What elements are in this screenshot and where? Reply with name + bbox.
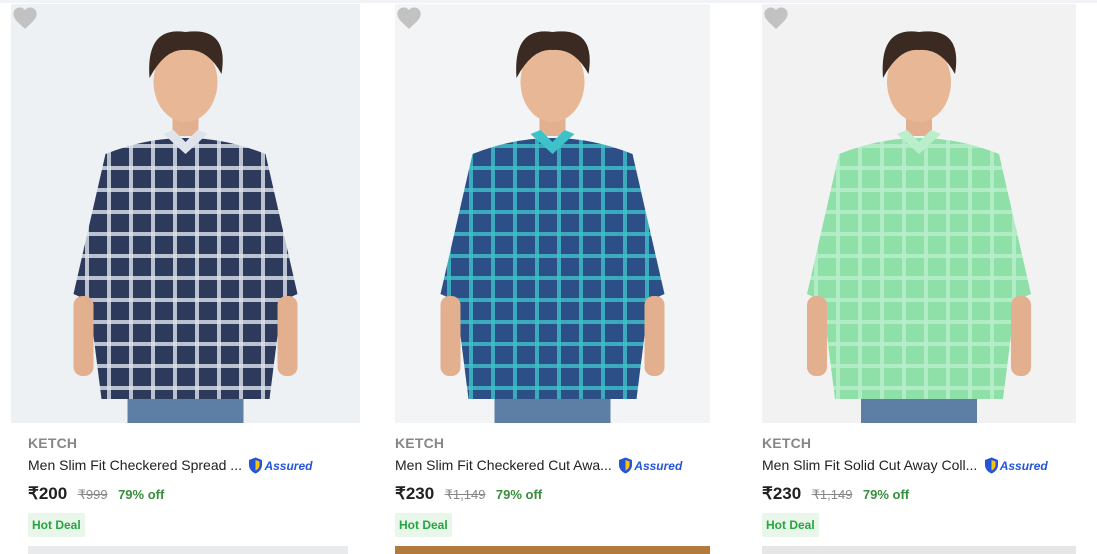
model-illustration — [395, 4, 710, 423]
price-row: ₹200 ₹999 79% off — [28, 484, 164, 504]
next-row-image-edge — [28, 546, 348, 554]
product-title[interactable]: Men Slim Fit Solid Cut Away Coll... — [762, 457, 977, 473]
model-illustration — [11, 4, 360, 423]
next-row-image-edge — [395, 546, 710, 554]
discount-percent: 79% off — [118, 487, 165, 502]
product-card[interactable]: KETCH Men Slim Fit Checkered Cut Awa... … — [395, 4, 744, 554]
wishlist-heart-icon[interactable] — [762, 4, 790, 32]
selling-price: ₹230 — [762, 484, 802, 503]
product-card[interactable]: KETCH Men Slim Fit Solid Cut Away Coll..… — [762, 4, 1097, 554]
selling-price: ₹230 — [395, 484, 435, 503]
selling-price: ₹200 — [28, 484, 68, 503]
product-brand: KETCH — [762, 435, 812, 451]
product-image[interactable] — [11, 4, 360, 423]
next-row-image-edge — [762, 546, 1076, 554]
shield-icon — [249, 457, 263, 474]
original-price: ₹1,149 — [811, 487, 853, 502]
discount-percent: 79% off — [862, 487, 910, 502]
original-price: ₹999 — [77, 487, 108, 502]
wishlist-heart-icon[interactable] — [395, 4, 423, 32]
hot-deal-badge: Hot Deal — [28, 513, 85, 537]
assured-badge: Assured — [984, 457, 1048, 474]
price-row: ₹230 ₹1,149 79% off — [395, 484, 542, 504]
top-divider — [0, 0, 1097, 3]
shield-icon — [984, 457, 998, 474]
product-image[interactable] — [762, 4, 1076, 423]
assured-badge: Assured — [248, 457, 312, 474]
hot-deal-badge: Hot Deal — [395, 513, 452, 537]
product-card[interactable]: KETCH Men Slim Fit Checkered Spread ... … — [11, 4, 360, 554]
product-title-row[interactable]: Men Slim Fit Checkered Spread ... Assure… — [28, 457, 358, 477]
model-illustration — [762, 4, 1076, 423]
wishlist-heart-icon[interactable] — [11, 4, 39, 32]
price-row: ₹230 ₹1,149 79% off — [762, 484, 909, 504]
original-price: ₹1,149 — [444, 487, 486, 502]
discount-percent: 79% off — [495, 487, 543, 502]
shield-icon — [619, 457, 633, 474]
product-title[interactable]: Men Slim Fit Checkered Cut Awa... — [395, 457, 612, 473]
assured-badge: Assured — [618, 457, 682, 474]
product-image[interactable] — [395, 4, 710, 423]
product-brand: KETCH — [28, 435, 78, 451]
product-brand: KETCH — [395, 435, 445, 451]
hot-deal-badge: Hot Deal — [762, 513, 819, 537]
product-title[interactable]: Men Slim Fit Checkered Spread ... — [28, 457, 242, 473]
product-title-row[interactable]: Men Slim Fit Checkered Cut Awa... Assure… — [395, 457, 725, 477]
product-title-row[interactable]: Men Slim Fit Solid Cut Away Coll... Assu… — [762, 457, 1092, 477]
